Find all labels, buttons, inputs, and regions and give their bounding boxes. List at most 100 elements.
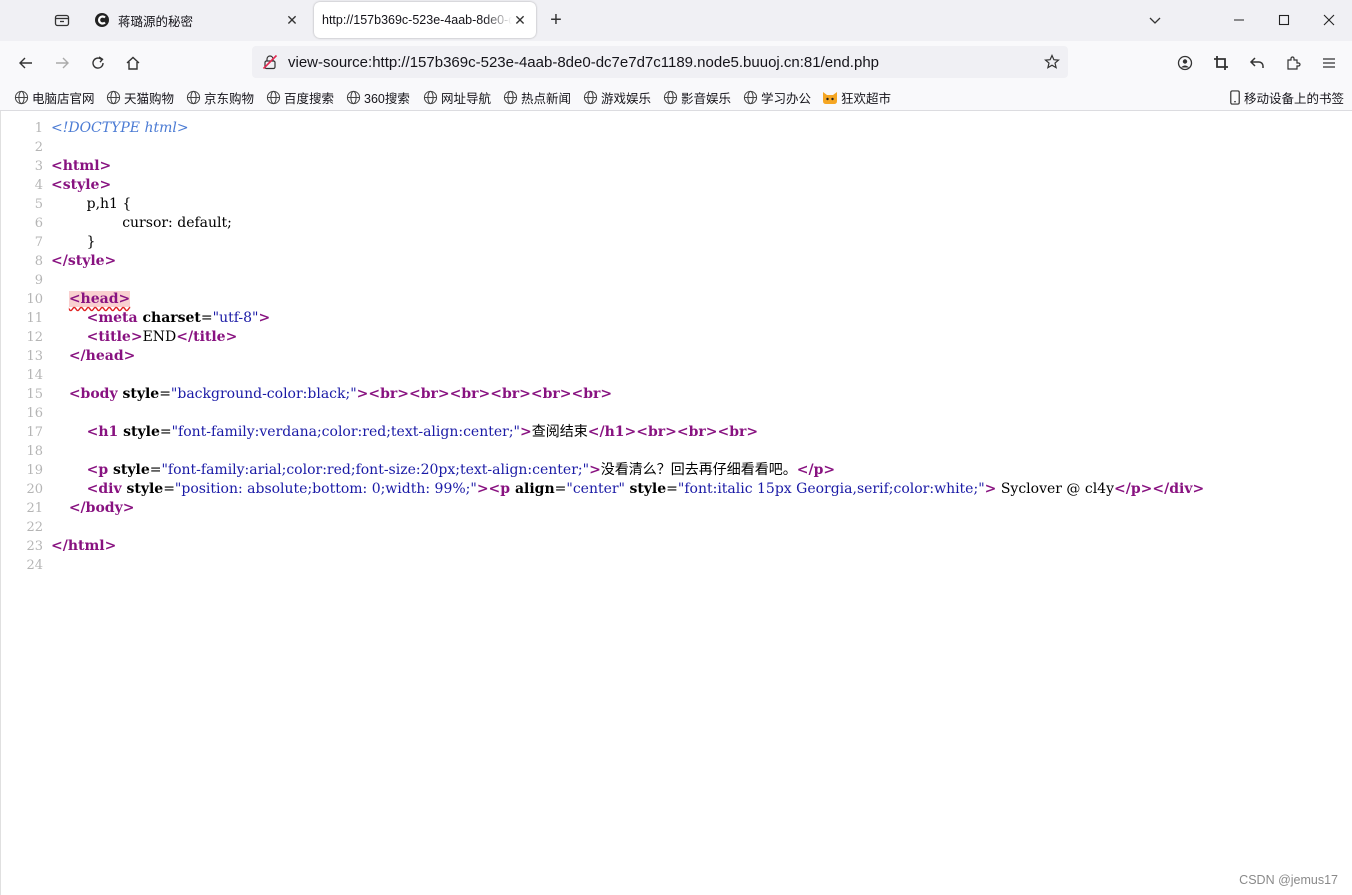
line-number: 20 xyxy=(26,482,43,497)
bookmark-item[interactable]: 狂欢超市 xyxy=(822,87,891,107)
globe-icon xyxy=(423,90,438,105)
line-number: 6 xyxy=(34,216,43,231)
line-number: 3 xyxy=(34,159,43,174)
line-number: 18 xyxy=(26,444,43,459)
home-icon[interactable] xyxy=(119,49,147,77)
line-number: 4 xyxy=(34,178,43,193)
bookmark-label: 游戏娱乐 xyxy=(601,91,652,106)
undo-icon[interactable] xyxy=(1243,49,1271,77)
menu-icon[interactable] xyxy=(1315,49,1343,77)
line-number: 19 xyxy=(26,463,43,478)
tab-title: http://157b369c-523e-4aab-8de0-dc7e7d7c1… xyxy=(322,13,512,27)
bookmark-item[interactable]: 热点新闻 xyxy=(503,87,571,107)
close-icon[interactable]: ✕ xyxy=(512,12,528,28)
reload-icon[interactable] xyxy=(84,49,112,77)
bookmark-item[interactable]: 游戏娱乐 xyxy=(583,87,651,107)
back-icon[interactable] xyxy=(12,49,40,77)
bookmark-item[interactable]: 京东购物 xyxy=(186,87,254,107)
bookmark-item[interactable]: 影音娱乐 xyxy=(663,87,731,107)
line-number: 17 xyxy=(26,425,43,440)
line-number: 16 xyxy=(26,406,43,421)
minimize-icon[interactable] xyxy=(1216,0,1262,40)
bookmark-item[interactable]: 网址导航 xyxy=(423,87,491,107)
bookmark-label: 学习办公 xyxy=(761,91,812,106)
code: </head> xyxy=(68,348,136,364)
line-number: 23 xyxy=(26,539,43,554)
line-number: 10 xyxy=(26,292,43,307)
mobile-device-icon xyxy=(1229,89,1241,105)
code: <title>END</title> xyxy=(86,329,238,345)
extensions-icon[interactable] xyxy=(1279,49,1307,77)
bookmark-label: 热点新闻 xyxy=(521,91,572,106)
code: <p style="font-family:arial;color:red;fo… xyxy=(86,462,836,478)
globe-icon xyxy=(106,90,121,105)
new-tab-button[interactable]: + xyxy=(543,8,569,32)
line-number: 11 xyxy=(26,311,43,326)
code: </body> xyxy=(68,500,135,516)
bookmark-label: 移动设备上的书签 xyxy=(1244,91,1345,106)
code: </style> xyxy=(51,253,117,269)
address-bar[interactable]: view-source:http://157b369c-523e-4aab-8d… xyxy=(252,46,1068,78)
bookmark-label: 网址导航 xyxy=(441,91,492,106)
navigation-bar: view-source:http://157b369c-523e-4aab-8d… xyxy=(0,41,1352,83)
chevron-down-icon[interactable] xyxy=(1132,0,1178,40)
globe-icon xyxy=(14,90,29,105)
doctype: <!DOCTYPE html> xyxy=(51,120,189,136)
line-number: 7 xyxy=(34,235,43,250)
code: <meta charset="utf-8"> xyxy=(86,310,271,326)
tab-list-icon[interactable] xyxy=(48,8,76,32)
bookmark-label: 天猫购物 xyxy=(124,91,175,106)
line-number: 14 xyxy=(26,368,43,383)
code: <div style="position: absolute;bottom: 0… xyxy=(86,481,1205,497)
globe-icon xyxy=(266,90,281,105)
error-highlight[interactable]: <head> xyxy=(68,291,131,307)
shop-cat-icon xyxy=(822,90,838,105)
globe-icon xyxy=(346,90,361,105)
bookmark-label: 影音娱乐 xyxy=(681,91,732,106)
tab-inactive[interactable]: 蒋璐源的秘密 ✕ xyxy=(86,2,308,38)
bookmark-item[interactable]: 学习办公 xyxy=(743,87,811,107)
insecure-lock-icon[interactable] xyxy=(256,54,284,70)
line-number: 21 xyxy=(26,501,43,516)
code: <html> xyxy=(51,158,112,174)
line-number: 1 xyxy=(34,121,43,136)
globe-icon xyxy=(186,90,201,105)
line-number: 12 xyxy=(26,330,43,345)
bookmark-star-icon[interactable] xyxy=(1036,54,1068,70)
line-number: 22 xyxy=(26,520,43,535)
window-close-icon[interactable] xyxy=(1306,0,1352,40)
bookmark-item[interactable]: 天猫购物 xyxy=(106,87,174,107)
globe-icon xyxy=(503,90,518,105)
url-text[interactable]: view-source:http://157b369c-523e-4aab-8d… xyxy=(284,54,1036,71)
bookmark-item[interactable]: 电脑店官网 xyxy=(14,87,95,107)
close-icon[interactable]: ✕ xyxy=(284,12,300,28)
view-source-content: 1 <!DOCTYPE html> 2 3 <html> 4 <style> 5 p,… xyxy=(0,111,1352,895)
screenshot-crop-icon[interactable] xyxy=(1207,49,1235,77)
bookmarks-toolbar: 电脑店官网 天猫购物 京东购物 百度搜索 360搜索 网址导航 热点新闻 游戏娱… xyxy=(0,83,1352,111)
tab-active[interactable]: http://157b369c-523e-4aab-8de0-dc7e7d7c1… xyxy=(314,2,536,38)
bookmark-item[interactable]: 百度搜索 xyxy=(266,87,334,107)
code: <head> xyxy=(51,290,131,309)
account-icon[interactable] xyxy=(1171,49,1199,77)
bookmark-label: 电脑店官网 xyxy=(32,91,95,106)
code: } xyxy=(51,234,96,250)
tab-strip: 蒋璐源的秘密 ✕ http://157b369c-523e-4aab-8de0-… xyxy=(0,0,1352,41)
code: <h1 style="font-family:verdana;color:red… xyxy=(86,424,759,440)
globe-icon xyxy=(743,90,758,105)
bookmark-label: 360搜索 xyxy=(364,91,410,106)
bookmark-label: 百度搜索 xyxy=(284,91,335,106)
bookmark-label: 京东购物 xyxy=(204,91,255,106)
code: </html> xyxy=(51,538,117,554)
code: <style> xyxy=(51,177,112,193)
maximize-icon[interactable] xyxy=(1261,0,1307,40)
code: p,h1 { xyxy=(51,196,132,212)
watermark: CSDN @jemus17 xyxy=(1239,873,1338,887)
bookmark-label: 狂欢超市 xyxy=(841,91,892,106)
site-c-icon xyxy=(94,12,110,28)
forward-icon[interactable] xyxy=(48,49,76,77)
bookmark-item[interactable]: 360搜索 xyxy=(346,87,410,107)
mobile-bookmarks[interactable]: 移动设备上的书签 xyxy=(1229,87,1344,107)
globe-icon xyxy=(583,90,598,105)
line-number: 15 xyxy=(26,387,43,402)
line-number: 9 xyxy=(34,273,43,288)
